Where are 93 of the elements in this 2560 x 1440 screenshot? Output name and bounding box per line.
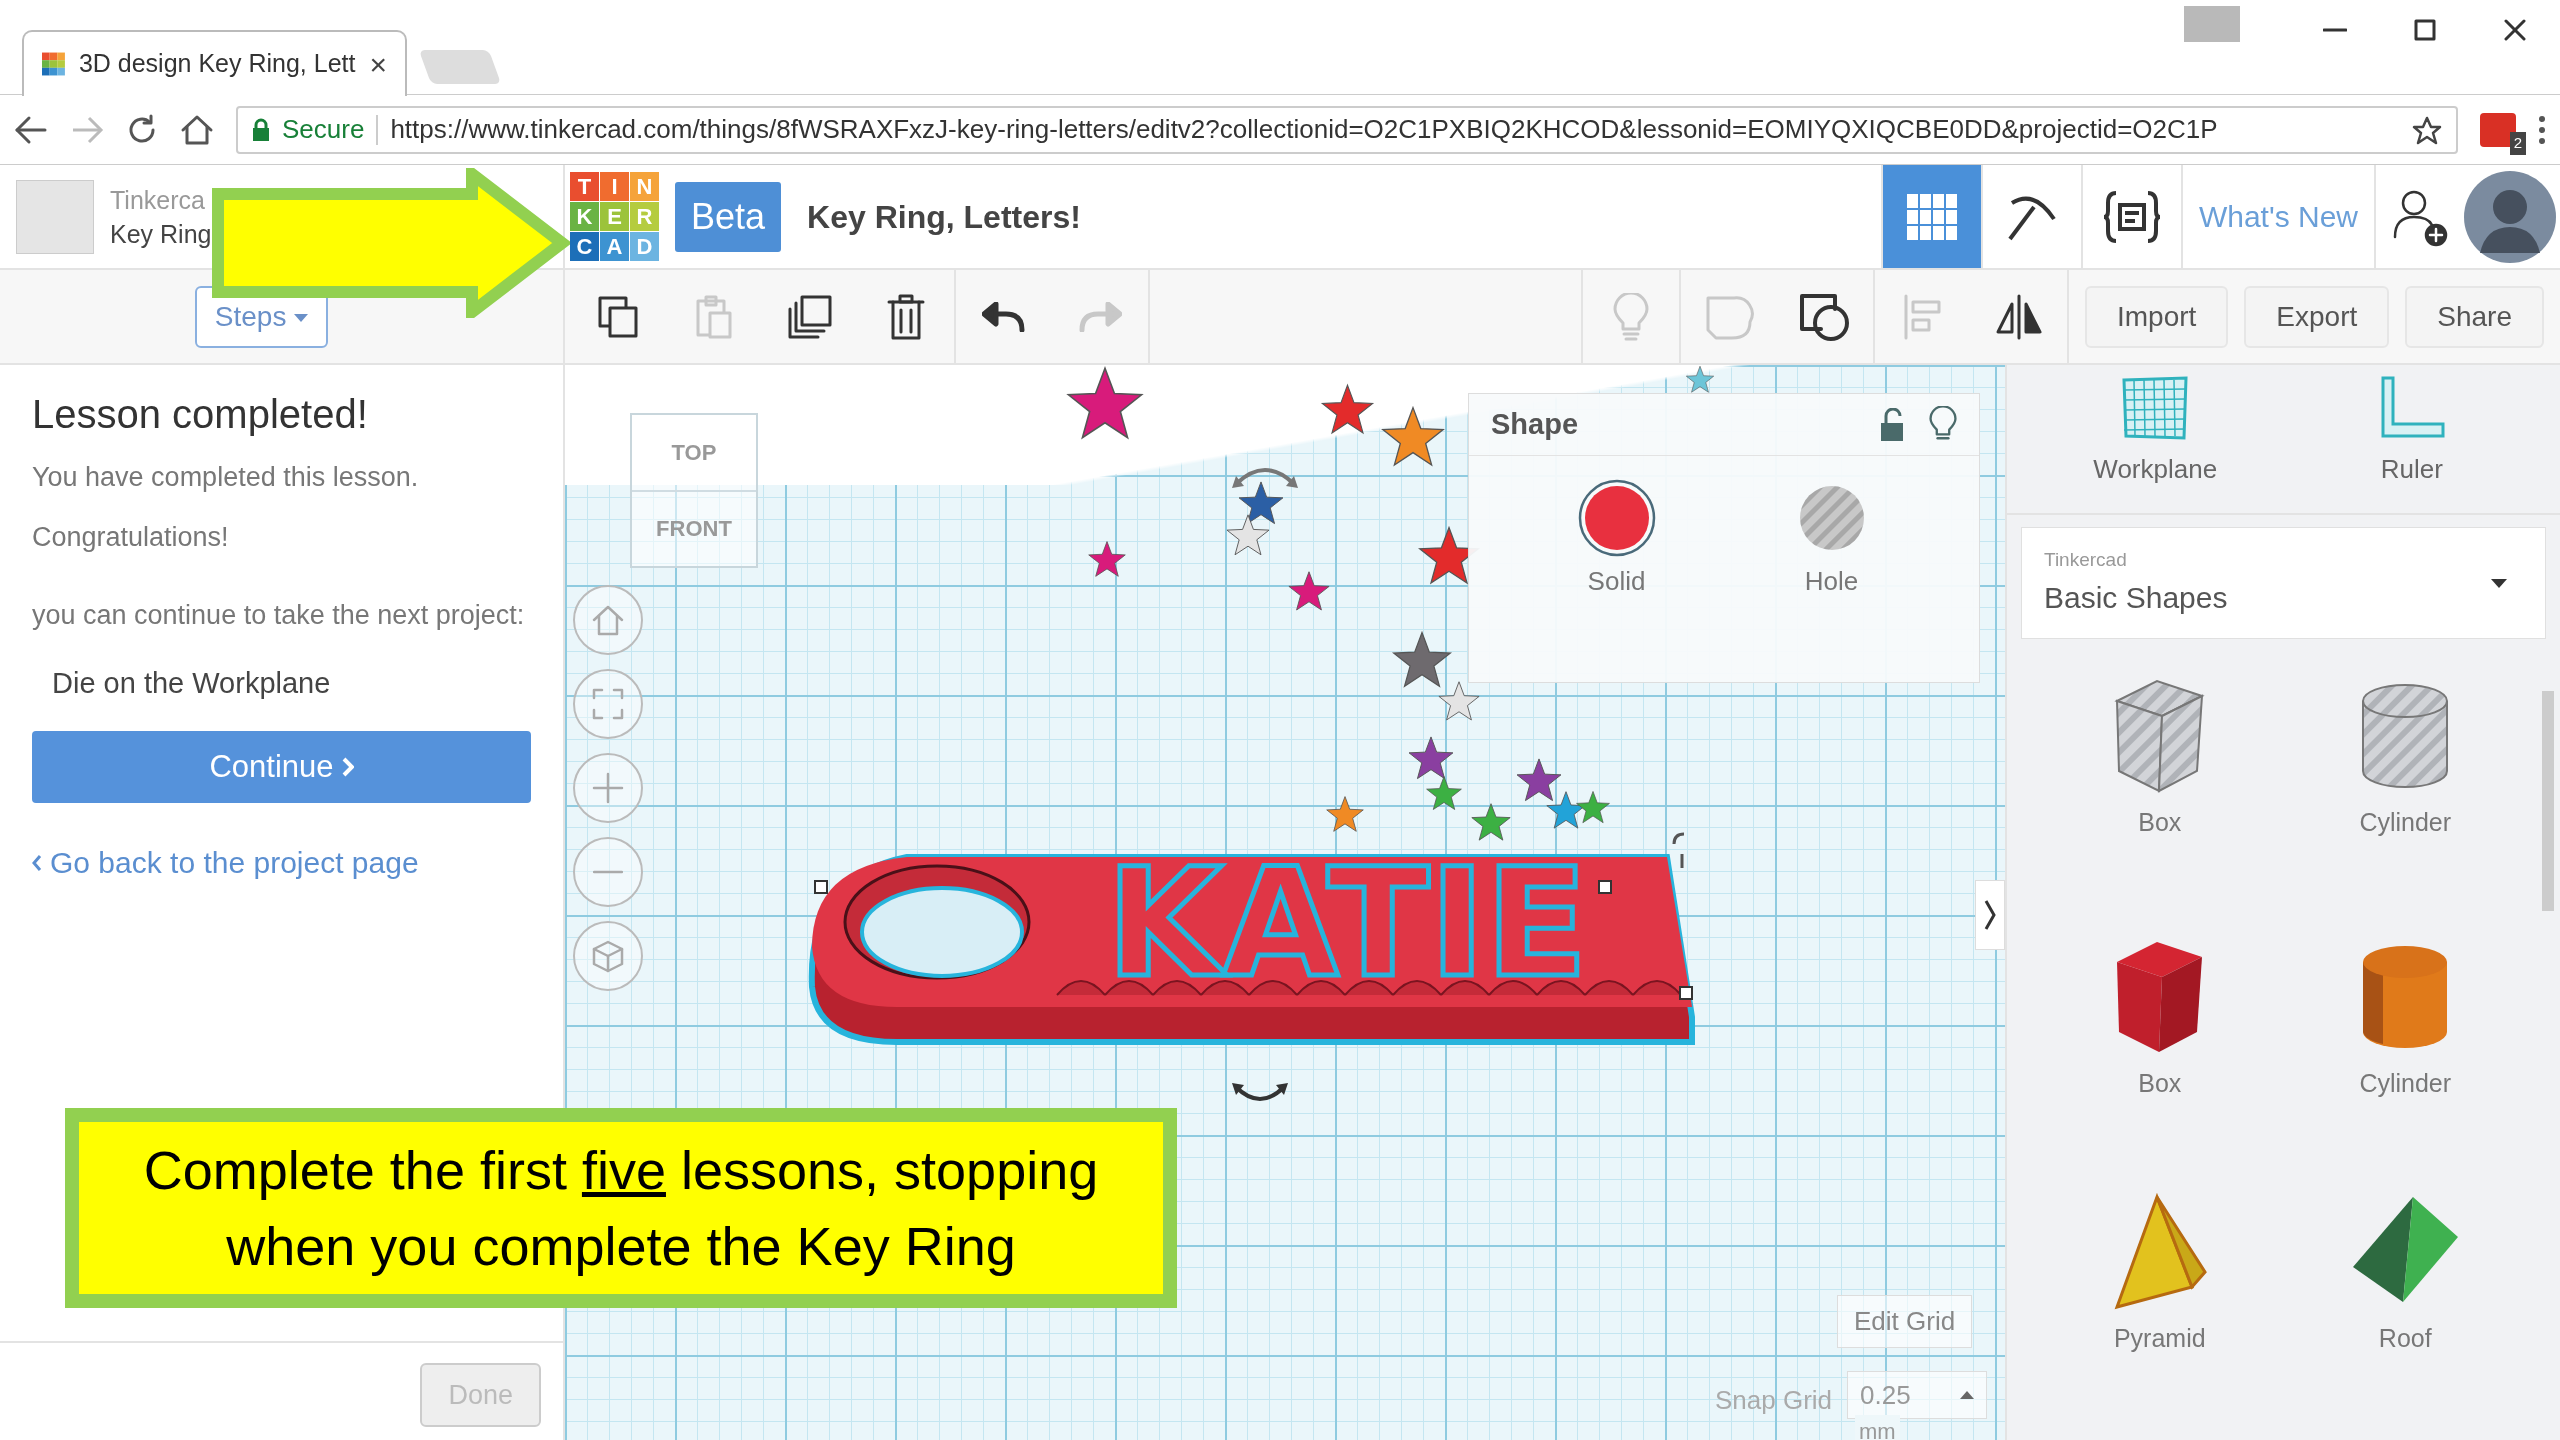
collapse-panel-button[interactable] [1975,880,2005,950]
profile-avatar[interactable] [2464,170,2556,263]
whats-new-link[interactable]: What's New [2180,165,2376,268]
cube-icon [590,938,626,974]
star-icon [2412,116,2442,147]
unlock-icon[interactable] [1879,407,1905,442]
lesson-text: you can continue to take the next project: [32,599,526,632]
snap-grid-label: Snap Grid [1715,1384,1833,1417]
star-shape [1516,758,1562,802]
ruler-tool[interactable]: Ruler [2311,375,2512,513]
star-shape [1381,405,1445,467]
shape-library-dropdown[interactable]: Tinkercad Basic Shapes [2021,527,2546,639]
caret-icon [294,314,309,323]
fit-view-icon [590,686,626,722]
scrollbar-thumb[interactable] [2542,691,2554,911]
beta-badge: Beta [675,181,782,252]
secure-label: Secure [282,113,365,146]
toolbar-action-button[interactable]: Share [2405,285,2544,348]
star-shape [1426,776,1462,810]
duplicate-icon [788,294,832,339]
copy-icon [598,295,638,338]
browser-tab[interactable]: 3D design Key Ring, Lett × [22,30,407,96]
minimize-icon [2323,28,2347,32]
grid-icon [1906,193,1957,240]
star-shape [1686,365,1714,393]
star-shape [1088,541,1126,577]
lesson-text: You have completed this lesson. [32,461,420,494]
star-shape [1408,736,1454,780]
star-shape [1471,803,1511,841]
menu-icon[interactable] [2538,114,2546,145]
caret-icon [1960,1391,1974,1399]
back-arrow-icon [14,114,48,145]
maximize-icon [2414,19,2436,41]
grid-plane-icon [2120,376,2191,442]
design-title[interactable]: Key Ring, Letters! [807,192,1081,241]
favicon-icon [42,50,65,78]
snap-grid-dropdown[interactable]: 0.25 [1847,1371,1987,1419]
chevron-right-icon [341,757,354,777]
workplane-tool[interactable]: Workplane [2055,375,2256,513]
panel-title: Shape [1491,406,1579,442]
back-to-project-link[interactable]: Go back to the project page [32,843,531,883]
extension-count: 2 [2509,132,2526,155]
chevron-right-icon [1983,898,1997,932]
clipboard-icon [696,294,732,339]
tab-close[interactable]: × [369,41,387,87]
snap-grid-unit: mm [1855,1415,1900,1440]
trash-icon [887,293,925,340]
close-icon [2504,19,2526,41]
shape-tile[interactable]: Box [2037,671,2283,912]
zoom-in-icon [590,770,626,806]
star-shape [1238,481,1284,525]
keyring-model[interactable] [808,854,1695,1045]
lock-icon [252,117,270,142]
star-shape [1288,571,1330,611]
redo-arrow-icon [1078,301,1122,332]
address-field[interactable]: Secure https://www.tinkercad.com/things/8fWSRAXFxzJ-key-ring-letters/editv2?collectionid=O2C1PXBIQ2KHCOD&lessonid=EOMIYQXIQCBE0DD&projectid=O2C1P [236,105,2458,154]
shape-tile[interactable]: Cylinder [2282,671,2528,912]
tinkercad-logo[interactable]: T I N K E R C A D [570,172,659,261]
toolbar-action-button[interactable]: Import [2085,285,2229,348]
project-owner: Tinkerca [110,184,206,216]
shape-tile[interactable]: Cylinder [2282,931,2528,1172]
hole-option[interactable]: Hole [1791,478,1872,601]
url-text: https://www.tinkercad.com/things/8fWSRAXFxzJ-key-ring-letters/editv2?collectionid=O2C1PXBIQ2KHCOD&lessonid=EOMIYQXIQCBE0DD&projectid=O2C1P [390,113,2218,146]
shape-tile[interactable]: Box [2037,931,2283,1172]
zoom-out-icon [593,870,623,874]
star-shape [1320,383,1375,435]
square-circle-icon [1799,292,1851,341]
keyring-lettering: KATIE [1106,836,1588,1010]
chevron-left-icon [32,854,42,872]
project-name: Key Ring [110,218,212,250]
align-left-icon [1903,293,1943,340]
view-cube[interactable]: TOP FRONT [630,413,758,568]
continue-button[interactable]: Continue [32,731,531,803]
edit-grid-button[interactable]: Edit Grid [1837,1295,1973,1348]
lesson-heading: Lesson completed! [32,391,369,438]
shape-tile[interactable]: Roof [2282,1192,2528,1421]
star-shape [1226,514,1270,556]
next-project-name: Die on the Workplane [51,666,332,701]
lightbulb-icon [1613,292,1649,341]
shape-outline-icon [1704,293,1754,340]
toolbar-action-button[interactable]: Export [2244,285,2390,348]
shape-tile[interactable]: Pyramid [2037,1192,2283,1421]
tab-title: 3D design Key Ring, Lett [78,48,356,80]
home-icon [180,113,214,146]
callout-text: Complete the first five lessons, stopping when you complete the Key Ring [142,1139,1100,1278]
caret-icon [2491,578,2507,588]
mirror-icon [1994,293,2044,340]
code-block-icon [2101,188,2162,245]
extension-icon[interactable] [2480,112,2516,147]
star-shape [1576,791,1610,824]
star-shape [1326,796,1364,832]
lesson-text: Congratulations! [32,521,230,554]
undo-arrow-icon [982,301,1026,332]
